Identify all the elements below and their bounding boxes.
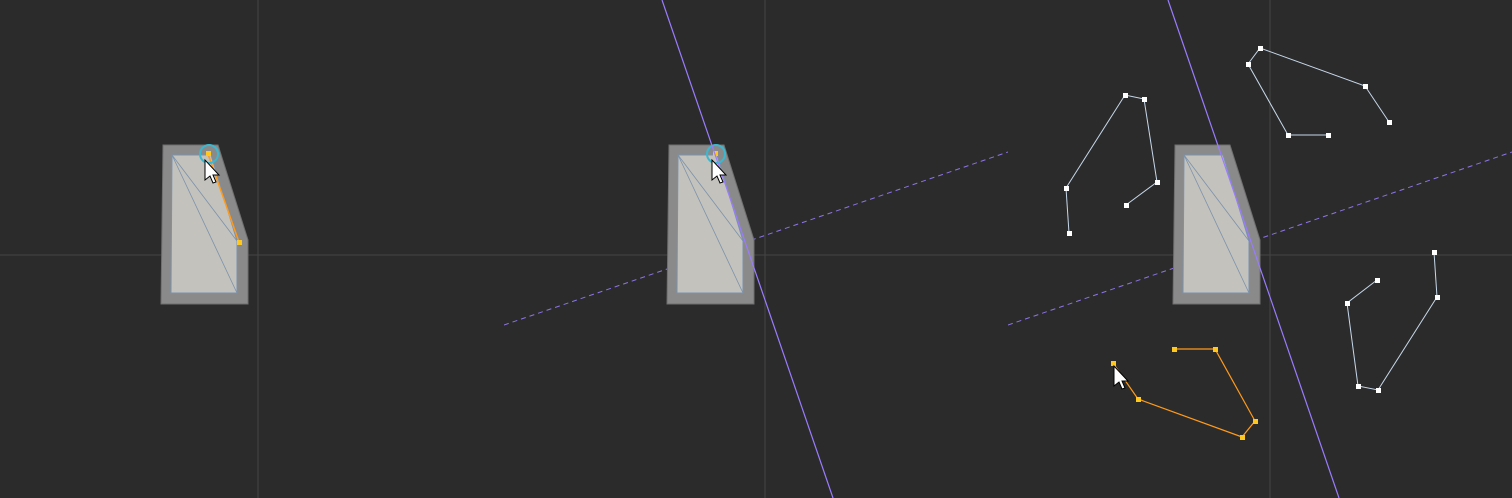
curve-vertex[interactable] <box>1286 133 1291 138</box>
selected-vertex[interactable] <box>206 151 211 156</box>
viewport-panel-1[interactable] <box>0 0 504 498</box>
selected-vertex[interactable] <box>237 240 242 245</box>
viewport-canvas[interactable] <box>504 0 1008 498</box>
curve-lower-right[interactable] <box>1345 250 1440 393</box>
curve-vertex[interactable] <box>1246 62 1251 67</box>
curve-vertex[interactable] <box>1155 180 1160 185</box>
mesh-object[interactable] <box>666 144 755 305</box>
curve-vertex[interactable] <box>1253 419 1258 424</box>
curve-vertex[interactable] <box>1376 388 1381 393</box>
curve-vertex[interactable] <box>1136 397 1141 402</box>
curve-vertex[interactable] <box>1435 295 1440 300</box>
mirror-plane-line <box>504 151 1008 326</box>
curve-vertex[interactable] <box>1363 84 1368 89</box>
curve-path <box>1247 47 1390 136</box>
viewport-panel-3[interactable] <box>1008 0 1512 498</box>
curve-path <box>1065 94 1158 234</box>
curve-upper-right[interactable] <box>1246 46 1392 138</box>
viewport-canvas[interactable] <box>1008 0 1512 498</box>
curve-vertex[interactable] <box>1387 120 1392 125</box>
curve-vertex[interactable] <box>1356 384 1361 389</box>
curve-vertex[interactable] <box>1142 97 1147 102</box>
curve-vertex[interactable] <box>1326 133 1331 138</box>
curve-vertex[interactable] <box>1124 203 1129 208</box>
arrow-cursor-icon <box>1113 364 1130 390</box>
curve-vertex[interactable] <box>1432 250 1437 255</box>
curve-vertex[interactable] <box>1172 347 1177 352</box>
curve-upper-left[interactable] <box>1064 93 1160 236</box>
curve-vertex[interactable] <box>1123 93 1128 98</box>
curve-vertex[interactable] <box>1067 231 1072 236</box>
viewport-panel-2[interactable] <box>504 0 1008 498</box>
curve-path <box>1112 348 1256 438</box>
viewport-canvas[interactable] <box>0 0 504 498</box>
curve-vertex[interactable] <box>1375 278 1380 283</box>
curve-lower-left-selected[interactable] <box>1111 347 1258 440</box>
curve-vertex[interactable] <box>1345 301 1350 306</box>
curve-vertex[interactable] <box>1213 347 1218 352</box>
curve-path <box>1346 251 1438 391</box>
curve-vertex[interactable] <box>1240 435 1245 440</box>
mesh-object[interactable] <box>1172 144 1261 305</box>
curve-vertex[interactable] <box>1258 46 1263 51</box>
curve-vertex[interactable] <box>1064 186 1069 191</box>
